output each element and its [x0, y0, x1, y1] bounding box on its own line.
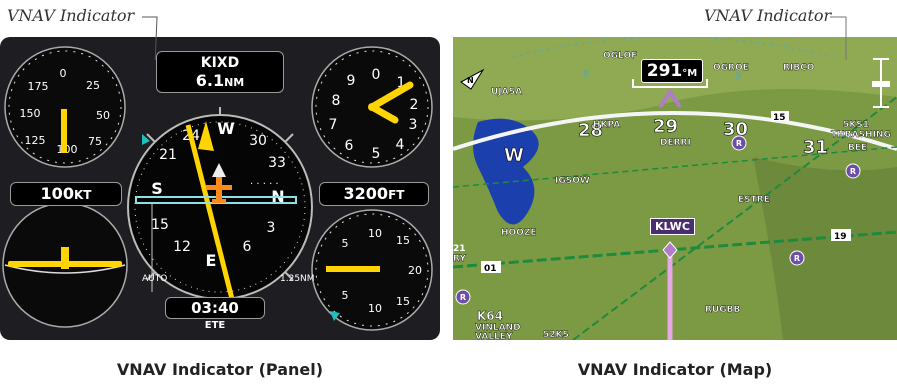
- svg-text:R: R: [850, 167, 856, 176]
- alt-tick-2: 2: [410, 97, 419, 113]
- svg-text:21: 21: [453, 244, 466, 254]
- svg-text:3: 3: [267, 220, 276, 236]
- ete-box: 03:40 ETE: [165, 297, 265, 335]
- svg-text:10: 10: [368, 227, 382, 240]
- distance-value: 6.1: [195, 71, 225, 90]
- svg-text:5: 5: [342, 289, 349, 302]
- svg-text:DERRI: DERRI: [660, 138, 691, 148]
- altimeter-gauge: 0 1 2 3 4 5 6 7 8 9: [311, 46, 433, 168]
- alt-tick-8: 8: [332, 93, 341, 109]
- alt-tick-6: 6: [345, 138, 354, 154]
- svg-text:ESTRE: ESTRE: [738, 195, 770, 205]
- alt-tick-3: 3: [409, 117, 418, 133]
- svg-text:RY: RY: [453, 254, 466, 264]
- svg-text:IGSOW: IGSOW: [555, 176, 590, 186]
- svg-text:15: 15: [151, 217, 169, 233]
- auto-label: AUTO: [142, 274, 167, 284]
- svg-text:VALLEY: VALLEY: [475, 332, 513, 340]
- svg-text:R: R: [794, 254, 800, 263]
- svg-text:30: 30: [249, 133, 267, 149]
- svg-text:OGLOF: OGLOF: [603, 51, 637, 61]
- svg-text:01: 01: [484, 264, 497, 274]
- caption-panel: VNAV Indicator (Panel): [116, 360, 324, 379]
- vnav-callout-panel: VNAV Indicator: [7, 6, 135, 25]
- svg-text:12: 12: [173, 239, 191, 255]
- svg-text:RUGBB: RUGBB: [705, 305, 740, 315]
- svg-text:8: 8: [583, 69, 589, 80]
- svg-text:5: 5: [342, 237, 349, 250]
- asi-needle: [61, 109, 67, 153]
- svg-text:UJASA: UJASA: [491, 87, 522, 97]
- svg-text:19: 19: [834, 232, 847, 242]
- svg-text:S: S: [151, 179, 163, 198]
- ete-value: 03:40: [165, 297, 265, 319]
- svg-text:HOOZE: HOOZE: [501, 228, 537, 238]
- svg-text:15: 15: [773, 113, 786, 123]
- svg-text:THRASHING: THRASHING: [831, 130, 891, 140]
- svg-text:R: R: [736, 139, 742, 148]
- alt-tick-4: 4: [396, 137, 405, 153]
- asi-tick-0: 0: [60, 67, 67, 80]
- waypoint-distance-box: KIXD 6.1NM: [156, 51, 284, 93]
- ete-label: ETE: [204, 320, 226, 331]
- svg-text:6: 6: [243, 239, 252, 255]
- svg-text:52KS: 52KS: [543, 330, 569, 340]
- alt-tick-7: 7: [329, 117, 338, 133]
- svg-text:15: 15: [396, 234, 410, 247]
- svg-text:20: 20: [408, 264, 422, 277]
- altitude-readout: 3200FT: [319, 182, 429, 206]
- svg-text:10: 10: [368, 302, 382, 315]
- svg-text:W: W: [217, 119, 235, 138]
- asi-tick-75: 75: [88, 135, 102, 148]
- distance-unit: NM: [224, 76, 245, 89]
- track-readout: 291°M: [641, 59, 703, 83]
- hsi-compass: N 33 30 W 24 21 S 15 12 E 6 3 · · · · ·: [127, 107, 313, 300]
- svg-text:R: R: [460, 293, 466, 302]
- destination-label: KLWC: [650, 218, 695, 235]
- waypoint-id: KIXD: [200, 55, 240, 71]
- svg-text:15: 15: [396, 295, 410, 308]
- svg-text:31: 31: [803, 137, 828, 158]
- alt-tick-0: 0: [372, 67, 381, 83]
- svg-text:E: E: [206, 251, 217, 270]
- svg-text:HKPA: HKPA: [593, 120, 620, 130]
- airspeed-readout: 100KT: [10, 182, 122, 206]
- asi-tick-150: 150: [20, 107, 41, 120]
- alt-tick-9: 9: [347, 73, 356, 89]
- attitude-indicator: [2, 202, 128, 328]
- svg-text:RIBCO: RIBCO: [783, 63, 815, 73]
- alt-tick-5: 5: [372, 146, 381, 162]
- vertical-speed-gauge: 5 10 15 20 15 10 5: [311, 209, 433, 331]
- svg-text:OGROE: OGROE: [713, 63, 749, 73]
- svg-text:33: 33: [268, 155, 286, 171]
- svg-text:29: 29: [653, 116, 678, 137]
- vnav-callout-map: VNAV Indicator: [704, 6, 832, 25]
- range-label: 1.25NM: [280, 274, 315, 284]
- moving-map: N R R R R W 28 29 30 31 8 9 OGLOF OGROE …: [453, 37, 897, 340]
- svg-text:30: 30: [723, 119, 748, 140]
- asi-tick-25: 25: [86, 79, 100, 92]
- svg-text:5KS1: 5KS1: [843, 120, 869, 130]
- airspeed-gauge: 0 25 50 75 100 125 150 175: [4, 46, 126, 168]
- svg-text:21: 21: [159, 147, 177, 163]
- asi-tick-125: 125: [25, 134, 46, 147]
- caption-map: VNAV Indicator (Map): [577, 360, 773, 379]
- svg-text:W: W: [504, 145, 524, 166]
- svg-text:K64: K64: [477, 309, 503, 323]
- svg-text:N: N: [467, 76, 474, 85]
- instrument-panel: 0 25 50 75 100 125 150 175 0 1 2 3 4 5: [0, 37, 440, 340]
- svg-text:· · · · ·: · · · · ·: [250, 179, 279, 190]
- svg-text:BEE: BEE: [848, 143, 867, 153]
- asi-tick-50: 50: [96, 109, 110, 122]
- asi-tick-175: 175: [28, 80, 49, 93]
